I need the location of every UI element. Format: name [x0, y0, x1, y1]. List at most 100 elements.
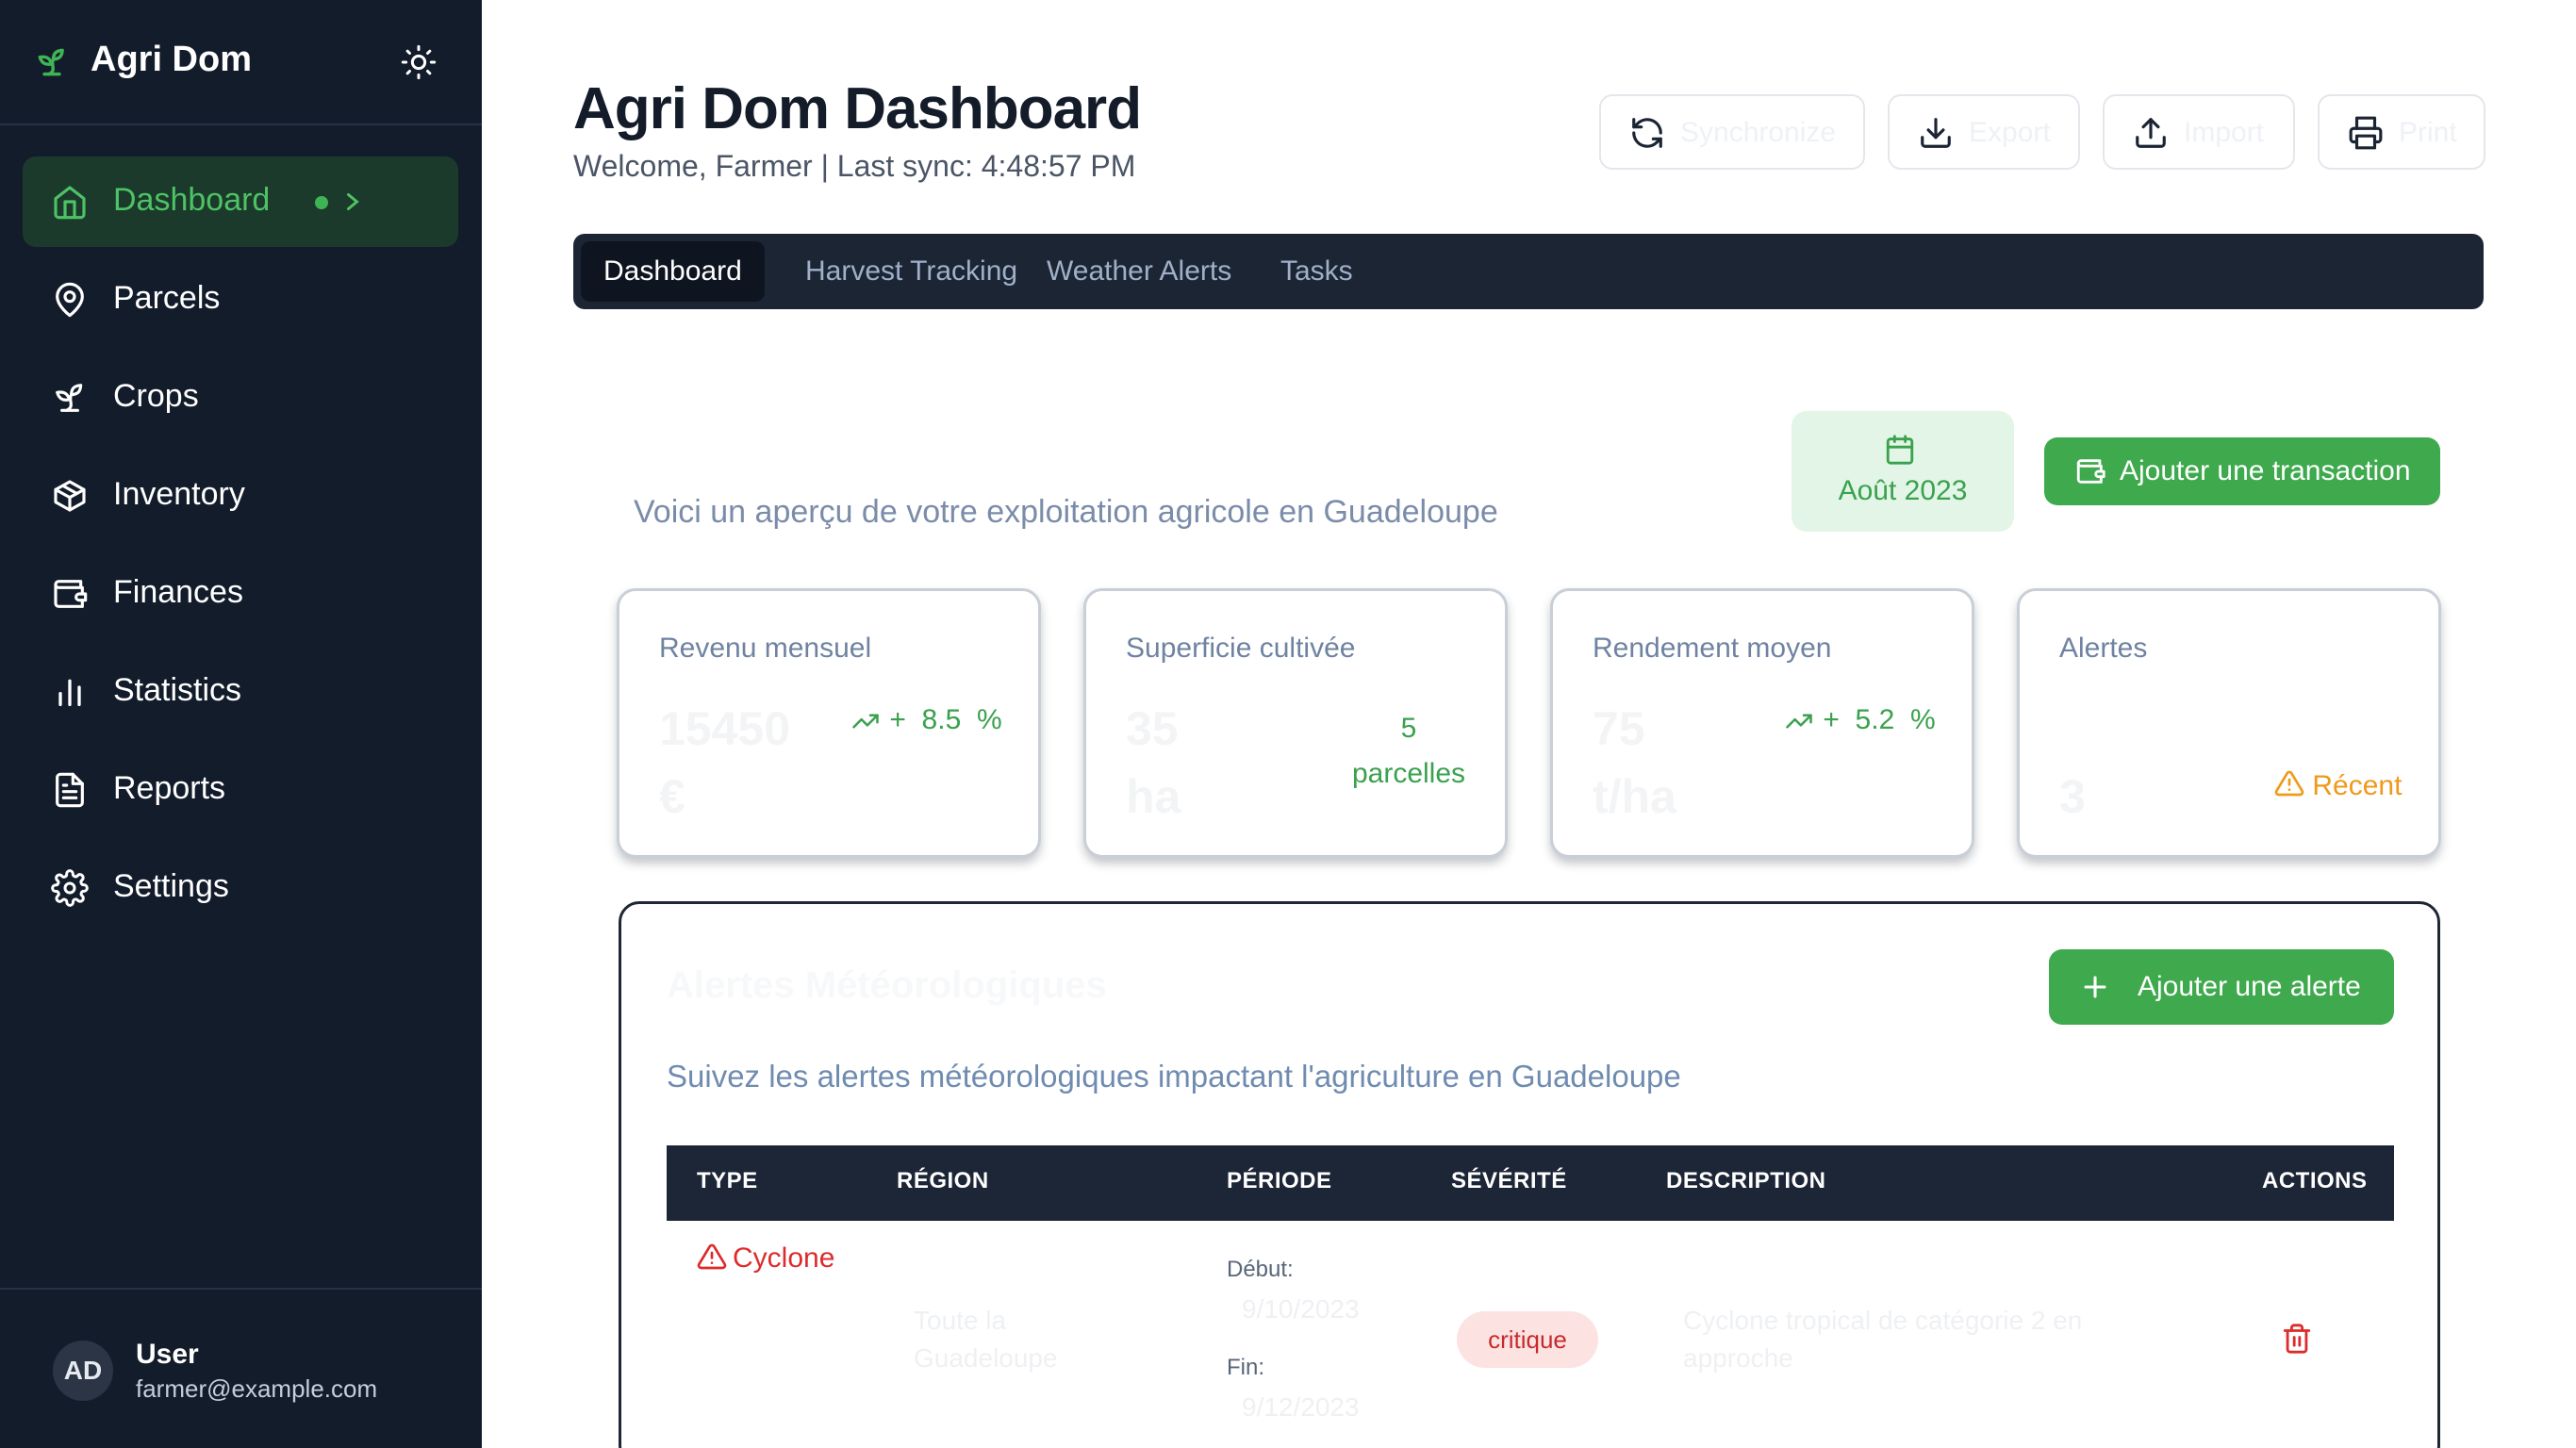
weather-alerts-card: Alertes Météorologiques Ajouter une aler… — [619, 901, 2440, 1448]
date-label: Août 2023 — [1838, 475, 1968, 506]
sidebar-item-label: Dashboard — [113, 182, 271, 218]
gear-icon — [51, 869, 89, 907]
sidebar-item-statistics[interactable]: Statistics — [23, 647, 458, 737]
add-alert-button[interactable]: Ajouter une alerte — [2049, 949, 2394, 1025]
column-header-type: TYPE — [697, 1168, 758, 1193]
alert-region: Toute la Guadeloupe — [914, 1306, 1058, 1373]
period-end: 9/12/2023 — [1242, 1392, 1360, 1422]
sidebar-item-label: Settings — [113, 868, 229, 904]
refresh-icon — [1632, 118, 1662, 148]
period-start: 9/10/2023 — [1242, 1294, 1360, 1324]
alerts-subtitle: Suivez les alertes météorologiques impac… — [667, 1059, 1681, 1094]
sidebar-item-finances[interactable]: Finances — [23, 549, 458, 639]
sidebar-item-label: Inventory — [113, 476, 245, 512]
bar-chart-icon — [58, 679, 81, 706]
trending-up-icon — [1786, 714, 1812, 729]
stat-trend: + 5.2 % — [1783, 704, 1936, 736]
home-icon — [54, 186, 86, 220]
sprout-logo-icon — [38, 48, 64, 76]
user-name: User — [136, 1339, 199, 1370]
print-label: Print — [2399, 117, 2457, 148]
warning-triangle-icon — [697, 1243, 727, 1270]
trending-up-icon — [852, 714, 879, 729]
add-transaction-label: Ajouter une transaction — [2120, 455, 2411, 486]
chevron-right-icon — [347, 193, 359, 210]
add-transaction-button[interactable]: Ajouter une transaction — [2044, 437, 2440, 505]
plus-icon — [2084, 976, 2106, 998]
alert-description: Cyclone tropical de catégorie 2 en appro… — [1683, 1306, 2083, 1373]
export-button[interactable]: Export — [1888, 94, 2080, 170]
tab-weather-alerts[interactable]: Weather Alerts — [1024, 241, 1254, 302]
tab-tasks[interactable]: Tasks — [1258, 241, 1376, 302]
stat-warning: Récent — [2274, 768, 2402, 802]
user-email: farmer@example.com — [136, 1374, 378, 1403]
import-button[interactable]: Import — [2103, 94, 2295, 170]
period-end-label: Fin: — [1227, 1355, 1265, 1380]
synchronize-button[interactable]: Synchronize — [1599, 94, 1865, 170]
user-profile[interactable]: AD User farmer@example.com — [0, 1288, 482, 1448]
sidebar: Agri Dom Dashboard Parcels Crops Invento… — [0, 0, 482, 1448]
table-header: TYPE RÉGION PÉRIODE SÉVÉRITÉ DESCRIPTION… — [667, 1145, 2394, 1221]
sidebar-item-reports[interactable]: Reports — [23, 745, 458, 835]
tab-harvest-tracking[interactable]: Harvest Tracking — [783, 241, 1040, 302]
import-label: Import — [2184, 117, 2265, 148]
sidebar-item-inventory[interactable]: Inventory — [23, 451, 458, 541]
table-row: Cyclone Toute la Guadeloupe Début: 9/10/… — [667, 1221, 2394, 1447]
sidebar-item-label: Reports — [113, 770, 226, 806]
synchronize-label: Synchronize — [1680, 117, 1837, 148]
column-header-actions: ACTIONS — [2262, 1168, 2368, 1193]
alerts-title: Alertes Météorologiques — [667, 964, 1107, 1006]
sidebar-item-dashboard[interactable]: Dashboard — [23, 156, 458, 247]
print-button[interactable]: Print — [2318, 94, 2485, 170]
stat-label: Revenu mensuel — [659, 633, 872, 664]
trash-icon[interactable] — [2281, 1321, 2313, 1357]
date-selector[interactable]: Août 2023 — [1792, 411, 2014, 532]
wallet-icon — [2076, 459, 2105, 484]
brand-header: Agri Dom — [0, 0, 482, 125]
stat-card-revenue: Revenu mensuel 15450 € + 8.5 % — [617, 588, 1041, 858]
sidebar-item-settings[interactable]: Settings — [23, 843, 458, 933]
sidebar-item-crops[interactable]: Crops — [23, 353, 458, 443]
stat-value: 75 t/ha — [1593, 702, 1676, 823]
stat-value: 15450 € — [659, 702, 791, 823]
calendar-icon — [1886, 435, 1914, 465]
stat-card-yield: Rendement moyen 75 t/ha + 5.2 % — [1550, 588, 1974, 858]
download-icon — [1921, 118, 1951, 148]
sidebar-item-label: Finances — [113, 574, 243, 610]
stat-parcels: 5 parcelles — [1351, 713, 1466, 789]
sun-theme-toggle-icon[interactable] — [400, 43, 438, 81]
severity-badge: critique — [1457, 1311, 1598, 1368]
printer-icon — [2349, 116, 2383, 150]
sidebar-item-label: Crops — [113, 378, 199, 414]
active-dot — [315, 196, 328, 209]
column-header-region: RÉGION — [897, 1168, 989, 1193]
page-title: Agri Dom Dashboard — [573, 76, 1142, 141]
brand-name: Agri Dom — [91, 40, 252, 79]
stat-value: 3 — [2059, 770, 2086, 823]
stat-label: Superficie cultivée — [1126, 633, 1356, 664]
stat-card-alerts: Alertes 3 Récent — [2017, 588, 2441, 858]
export-label: Export — [1969, 117, 2051, 148]
page-subtitle: Welcome, Farmer | Last sync: 4:48:57 PM — [573, 149, 1136, 183]
stat-card-area: Superficie cultivée 35 ha 5 parcelles — [1083, 588, 1508, 858]
sidebar-item-label: Parcels — [113, 280, 221, 316]
sidebar-item-label: Statistics — [113, 672, 242, 708]
stat-label: Alertes — [2059, 633, 2148, 664]
map-pin-icon — [56, 282, 84, 318]
add-alert-label: Ajouter une alerte — [2138, 971, 2361, 1002]
sidebar-item-parcels[interactable]: Parcels — [23, 255, 458, 345]
period-start-label: Début: — [1227, 1257, 1294, 1282]
sidebar-nav: Dashboard Parcels Crops Inventory Financ… — [23, 156, 458, 941]
overview-subtitle: Voici un aperçu de votre exploitation ag… — [634, 494, 1498, 530]
stat-trend: + 8.5 % — [850, 704, 1002, 736]
package-icon — [54, 480, 86, 512]
column-header-severity: SÉVÉRITÉ — [1451, 1168, 1567, 1193]
file-text-icon — [56, 772, 84, 808]
wallet-icon — [54, 580, 88, 608]
alert-type: Cyclone — [697, 1242, 834, 1275]
tab-dashboard[interactable]: Dashboard — [581, 241, 765, 302]
avatar: AD — [53, 1341, 113, 1401]
upload-icon — [2136, 118, 2166, 148]
stat-label: Rendement moyen — [1593, 633, 1832, 664]
column-header-description: DESCRIPTION — [1666, 1168, 1826, 1193]
